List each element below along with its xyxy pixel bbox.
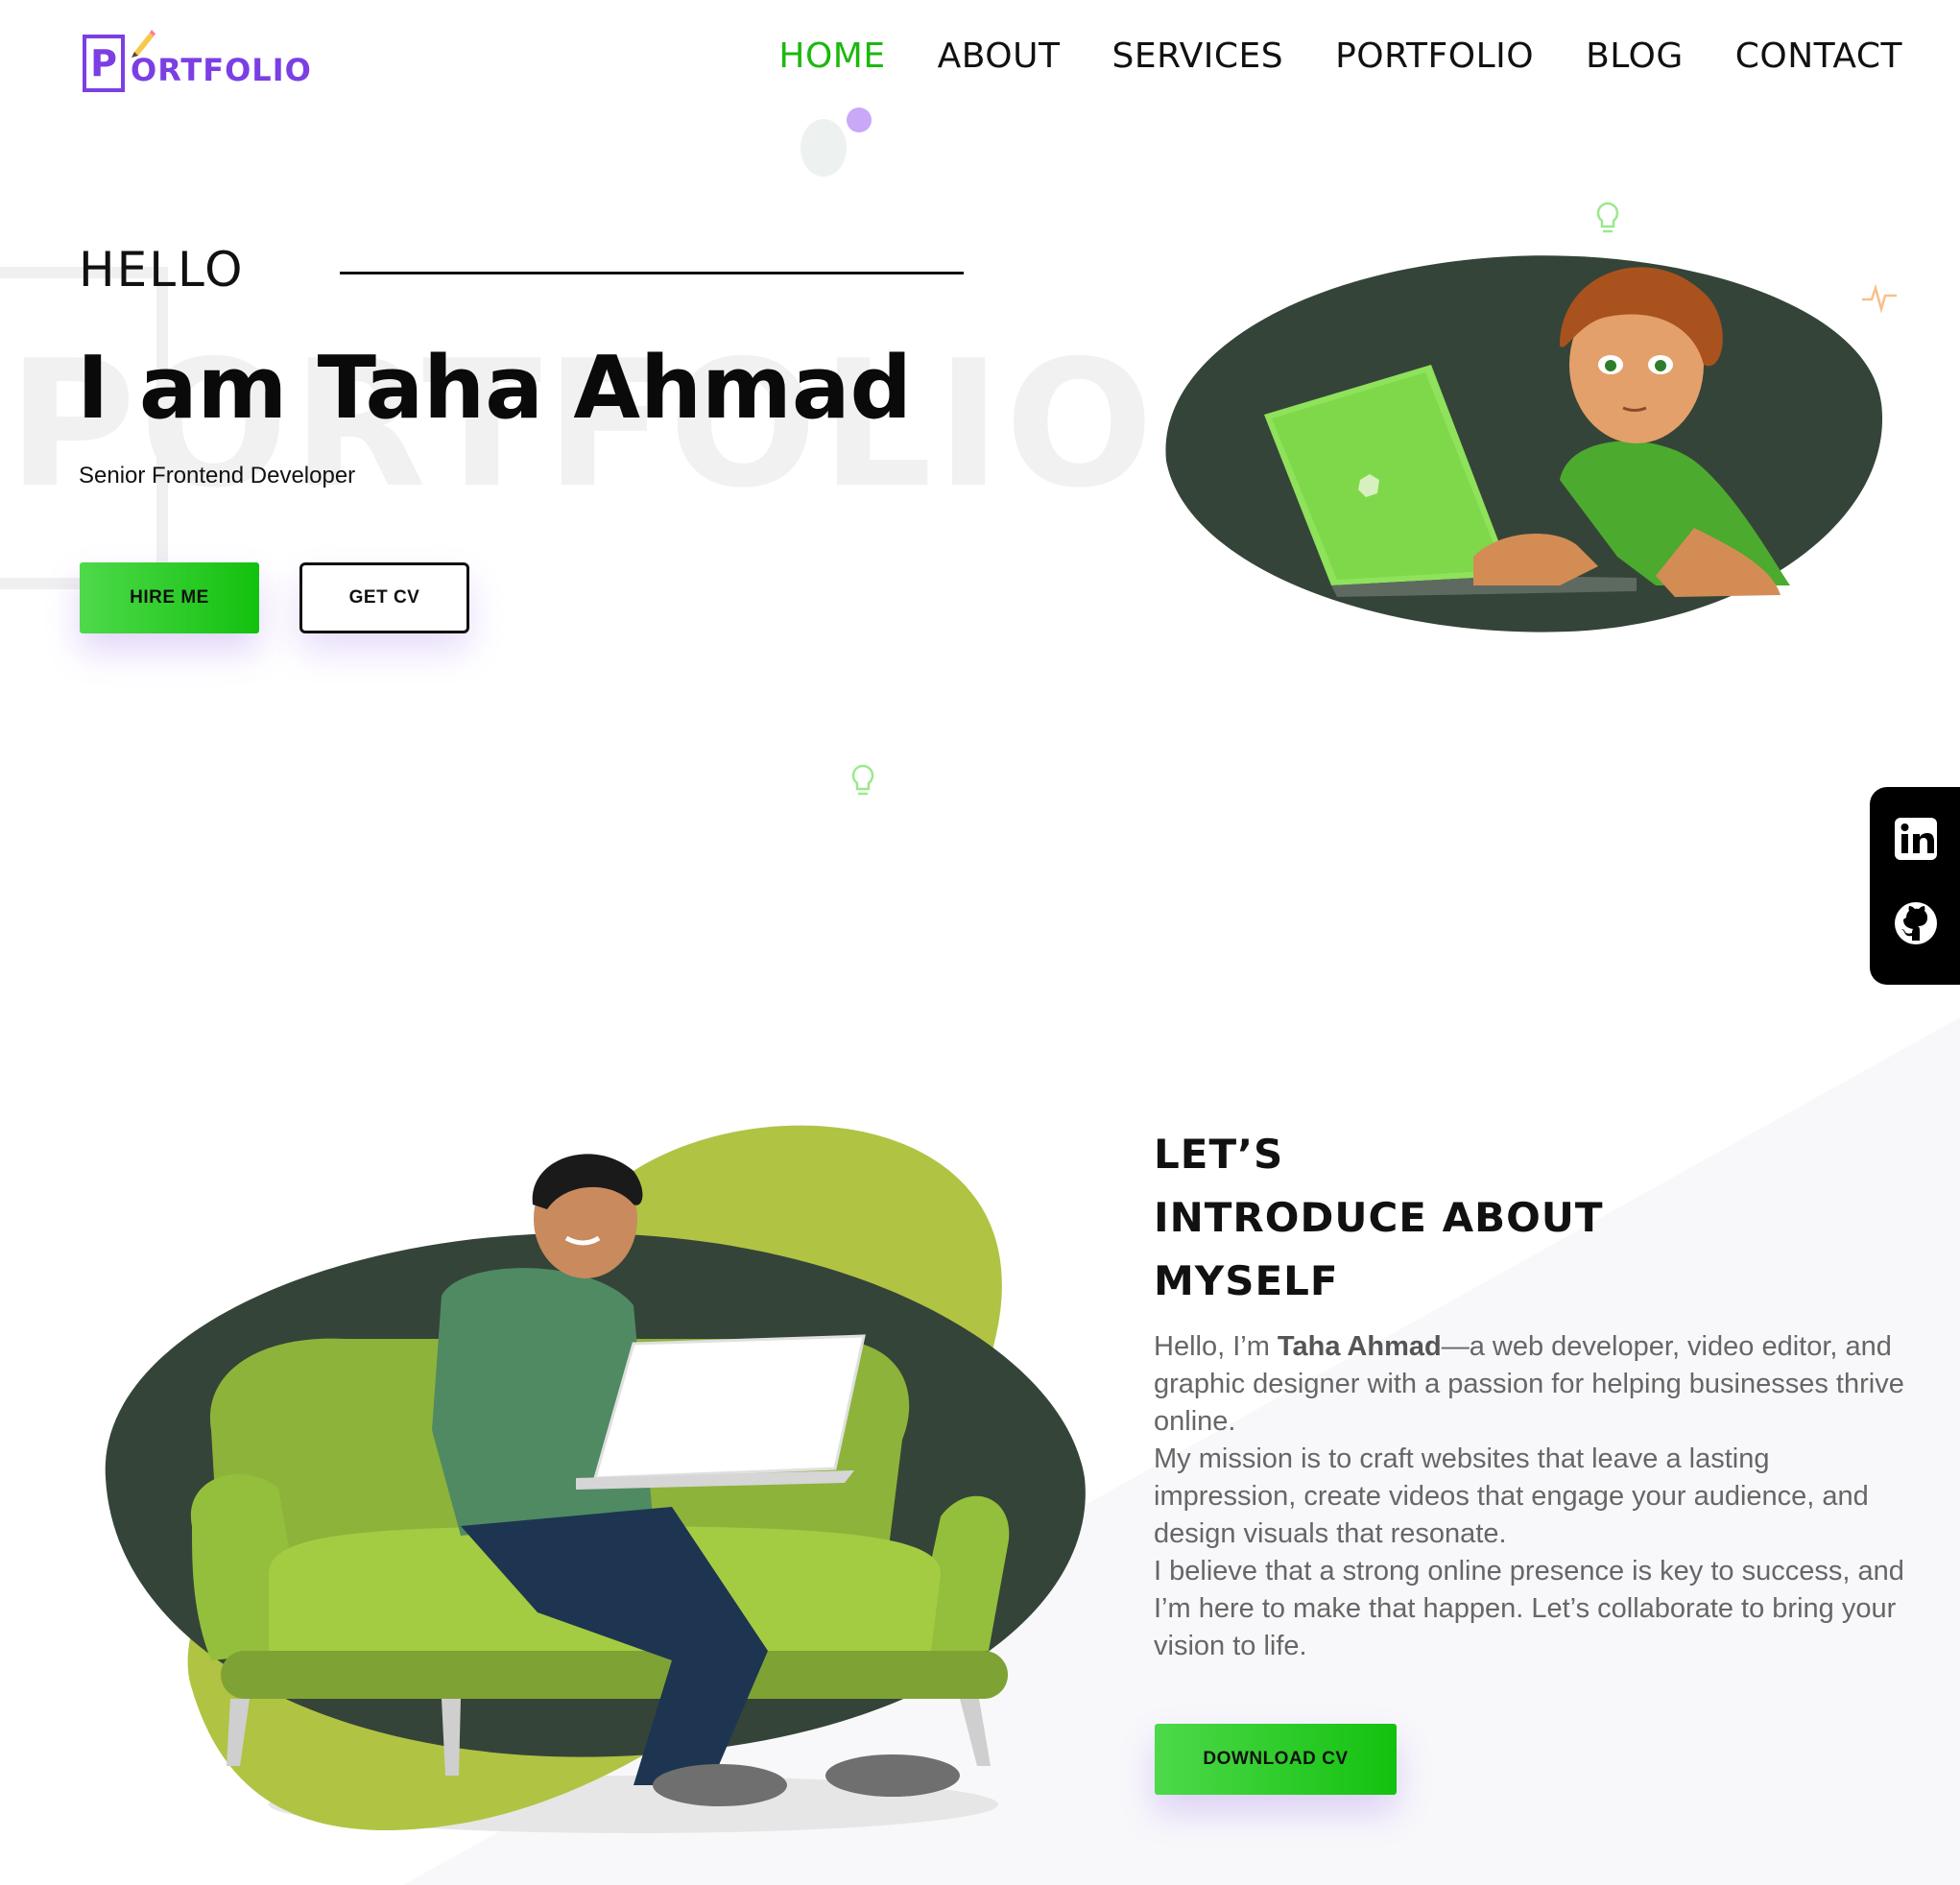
hire-me-button[interactable]: HIRE ME	[80, 562, 259, 633]
nav-blog[interactable]: BLOG	[1586, 36, 1684, 76]
github-icon[interactable]	[1893, 900, 1939, 946]
hero-name: I am Taha Ahmad	[77, 338, 912, 439]
about-title-line: LET’S	[1154, 1131, 1284, 1178]
get-cv-button[interactable]: GET CV	[299, 562, 469, 633]
decor-dot	[847, 107, 872, 132]
nav-contact[interactable]: CONTACT	[1735, 36, 1902, 76]
nav-home[interactable]: HOME	[778, 36, 885, 76]
about-title: LET’S INTRODUCE ABOUT MYSELF	[1154, 1123, 1604, 1313]
linkedin-icon[interactable]	[1893, 816, 1939, 862]
lightbulb-icon	[851, 764, 874, 796]
hero-role: Senior Frontend Developer	[79, 463, 356, 489]
logo-letter: P	[83, 35, 125, 92]
about-description: Hello, I’m Taha Ahmad—a web developer, v…	[1154, 1328, 1912, 1665]
download-cv-button[interactable]: DOWNLOAD CV	[1155, 1724, 1397, 1795]
about-paragraph: Hello, I’m Taha Ahmad—a web developer, v…	[1154, 1328, 1912, 1441]
about-illustration	[105, 1125, 1086, 1833]
intro-name: Taha Ahmad	[1277, 1331, 1442, 1362]
hero-illustration	[1165, 255, 1883, 632]
logo-text: ORTFOLIO	[131, 52, 312, 88]
main-nav: HOME ABOUT SERVICES PORTFOLIO BLOG CONTA…	[778, 36, 1902, 76]
nav-services[interactable]: SERVICES	[1111, 36, 1283, 76]
about-title-line: MYSELF	[1154, 1257, 1339, 1304]
lightbulb-icon	[1596, 202, 1619, 233]
divider	[340, 272, 964, 274]
nav-about[interactable]: ABOUT	[938, 36, 1061, 76]
about-paragraph: I believe that a strong online presence …	[1154, 1556, 1904, 1661]
decor-circle	[801, 119, 847, 177]
nav-portfolio[interactable]: PORTFOLIO	[1335, 36, 1534, 76]
hero-greeting: HELLO	[79, 242, 245, 298]
intro-prefix: Hello, I’m	[1154, 1331, 1278, 1362]
social-sidebar	[1870, 787, 1960, 985]
logo[interactable]: P ORTFOLIO	[79, 27, 319, 104]
about-title-line: INTRODUCE ABOUT	[1154, 1194, 1604, 1241]
about-paragraph: My mission is to craft websites that lea…	[1154, 1444, 1869, 1549]
